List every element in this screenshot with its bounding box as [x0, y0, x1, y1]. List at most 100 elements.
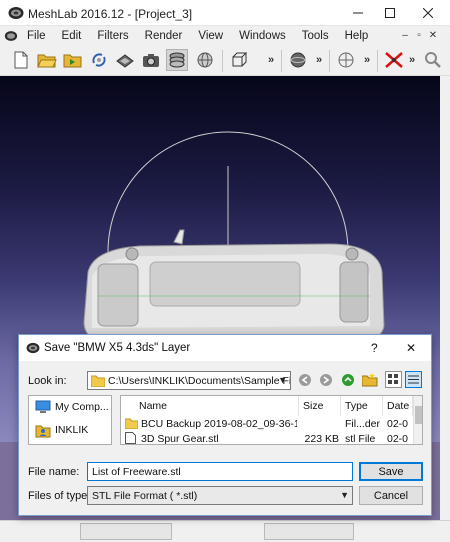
- raster-layer-button[interactable]: [194, 49, 216, 71]
- import-mesh-button[interactable]: [62, 49, 84, 71]
- file-list: Name Size Type Date BCU Backup 2019-08-0…: [120, 395, 423, 445]
- computer-icon: [35, 400, 51, 413]
- back-button[interactable]: [296, 371, 313, 388]
- open-project-button[interactable]: [36, 49, 58, 71]
- menu-bar: File Edit Filters Render View Windows To…: [0, 26, 450, 46]
- file-type-value: STL File Format ( *.stl): [92, 489, 198, 502]
- file-name-label: File name:: [28, 466, 80, 478]
- mdi-minimize-button[interactable]: –: [398, 27, 412, 43]
- back-arrow-icon: [298, 373, 311, 386]
- layer-dialog-button[interactable]: [166, 49, 188, 71]
- file-name-input[interactable]: List of Freeware.stl: [87, 462, 353, 481]
- minimize-button[interactable]: [342, 0, 374, 26]
- export-mesh-button[interactable]: [114, 49, 136, 71]
- dropdown-arrow-icon: ▼: [278, 375, 287, 385]
- toolbar-overflow-4[interactable]: »: [409, 54, 415, 66]
- toolbar-overflow-1[interactable]: »: [268, 54, 274, 66]
- main-toolbar: » » » »: [0, 46, 450, 76]
- look-in-combo[interactable]: C:\Users\INKLIK\Documents\Sample Files ▼: [87, 371, 291, 390]
- table-row[interactable]: BCU Backup 2019-08-02_09-36-16 Fil...der…: [121, 417, 413, 431]
- dialog-close-button[interactable]: ✕: [406, 341, 416, 355]
- dialog-title: Save "BMW X5 4.3ds" Layer: [44, 342, 191, 354]
- title-bar: MeshLab 2016.12 - [Project_3]: [0, 0, 450, 26]
- folder-icon: [91, 375, 105, 387]
- document-window-icon: [4, 31, 18, 41]
- mdi-close-button[interactable]: ✕: [426, 27, 440, 43]
- menu-windows[interactable]: Windows: [230, 30, 293, 42]
- menu-view[interactable]: View: [189, 30, 230, 42]
- dialog-title-bar: Save "BMW X5 4.3ds" Layer ? ✕: [19, 335, 431, 361]
- camera-icon: [143, 54, 159, 67]
- file-size: 223 KB: [304, 433, 339, 445]
- toolbar-overflow-3[interactable]: »: [364, 54, 370, 66]
- cancel-button[interactable]: Cancel: [359, 486, 423, 505]
- places-sidebar: My Comp... INKLIK: [28, 395, 112, 445]
- cube-wireframe-icon: [232, 52, 248, 67]
- column-header-type[interactable]: Type: [341, 396, 383, 416]
- look-in-path: C:\Users\INKLIK\Documents\Sample Files: [108, 374, 291, 387]
- globe-grid-icon: [197, 52, 213, 68]
- look-in-label: Look in:: [28, 375, 67, 387]
- vertical-scrollbar[interactable]: [413, 396, 422, 444]
- search-icon: [425, 52, 441, 68]
- file-type-select[interactable]: STL File Format ( *.stl) ▼: [87, 486, 353, 505]
- trackball-button[interactable]: [335, 49, 357, 71]
- search-button[interactable]: [422, 49, 444, 71]
- bounding-box-button[interactable]: [228, 49, 250, 71]
- new-folder-icon: [361, 372, 377, 386]
- close-icon: [423, 8, 433, 18]
- maximize-button[interactable]: [374, 0, 406, 26]
- new-folder-button[interactable]: [361, 371, 378, 388]
- meshlab-logo-icon: [26, 342, 40, 354]
- user-folder-icon: [35, 425, 51, 438]
- detail-view-button[interactable]: [405, 371, 422, 388]
- column-header-size[interactable]: Size: [299, 396, 341, 416]
- column-header-name[interactable]: Name: [121, 396, 299, 416]
- place-user-folder[interactable]: INKLIK: [35, 422, 88, 438]
- menu-help[interactable]: Help: [336, 30, 376, 42]
- mdi-restore-button[interactable]: ▫: [412, 27, 426, 43]
- menu-tools[interactable]: Tools: [293, 30, 336, 42]
- minimize-icon: [353, 12, 363, 14]
- help-button[interactable]: ?: [371, 341, 378, 355]
- toolbar-overflow-2[interactable]: »: [316, 54, 322, 66]
- stl-file-icon: [125, 432, 136, 444]
- up-arrow-icon: [341, 373, 354, 386]
- details-view-icon: [408, 375, 419, 384]
- file-date: 02-0: [387, 418, 409, 430]
- file-date: 02-0: [387, 433, 409, 445]
- menu-filters[interactable]: Filters: [88, 30, 135, 42]
- column-header-date[interactable]: Date: [383, 396, 413, 416]
- reload-icon: [92, 53, 106, 67]
- layers-icon: [169, 52, 185, 68]
- sphere-grid-icon: [290, 52, 306, 68]
- open-folder-icon: [37, 54, 57, 68]
- forward-button[interactable]: [317, 371, 334, 388]
- up-folder-button[interactable]: [339, 371, 356, 388]
- list-view-button[interactable]: [385, 371, 402, 388]
- save-layer-dialog: Save "BMW X5 4.3ds" Layer ? ✕ Look in: C…: [18, 334, 432, 516]
- menu-edit[interactable]: Edit: [53, 30, 89, 42]
- select-faces-button[interactable]: [383, 49, 405, 71]
- place-my-computer[interactable]: My Comp...: [35, 400, 109, 414]
- close-button[interactable]: [412, 0, 444, 26]
- maximize-icon: [385, 8, 395, 18]
- snapshot-button[interactable]: [140, 49, 162, 71]
- forward-arrow-icon: [319, 373, 332, 386]
- window-right-edge: [440, 76, 450, 520]
- file-name: BCU Backup 2019-08-02_09-36-16: [141, 418, 297, 430]
- menu-render[interactable]: Render: [136, 30, 190, 42]
- file-name-value: List of Freeware.stl: [92, 465, 181, 478]
- save-button[interactable]: Save: [359, 462, 423, 481]
- table-row[interactable]: 3D Spur Gear.stl 223 KB stl File 02-0: [121, 432, 413, 445]
- place-label: My Comp...: [55, 401, 109, 413]
- render-mode-button[interactable]: [287, 49, 309, 71]
- new-project-button[interactable]: [10, 49, 32, 71]
- file-type-label: Files of type:: [28, 490, 91, 502]
- reload-button[interactable]: [88, 49, 110, 71]
- window-title: MeshLab 2016.12 - [Project_3]: [28, 7, 193, 21]
- menu-file[interactable]: File: [18, 30, 53, 42]
- scrollbar-thumb[interactable]: [415, 406, 422, 424]
- meshlab-logo-icon: [8, 7, 24, 19]
- status-cell: [264, 523, 354, 540]
